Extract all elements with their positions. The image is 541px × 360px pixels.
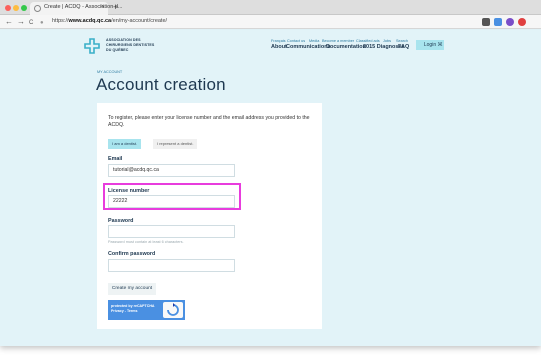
account-form-card: To register, please enter your license n… bbox=[97, 103, 322, 329]
url-path: /en/my-account/create/ bbox=[111, 18, 168, 24]
role-represent-button[interactable]: I represent a dentist. bbox=[153, 139, 198, 149]
extension-icon[interactable] bbox=[494, 18, 502, 26]
nav-link-search[interactable]: Search bbox=[396, 39, 408, 43]
nav-link-contact[interactable]: Contact us bbox=[287, 39, 305, 43]
confirm-password-label: Confirm password bbox=[108, 251, 156, 257]
minimize-window-button[interactable] bbox=[13, 5, 19, 11]
email-field[interactable]: tutorial@acdq.qc.ca bbox=[108, 164, 235, 177]
url-prefix: https:// bbox=[52, 18, 69, 24]
nav-link-francais[interactable]: Français bbox=[271, 39, 286, 43]
nav-link-become-member[interactable]: Become a member bbox=[322, 39, 354, 43]
web-page: ASSOCIATION DES CHIRURGIENS DENTISTES DU… bbox=[0, 30, 541, 346]
url-host: www.acdq.qc.ca bbox=[68, 18, 112, 24]
nav-link-classified-ads[interactable]: Classified ads bbox=[356, 39, 380, 43]
back-icon[interactable]: ← bbox=[5, 17, 13, 27]
nav-link-communications[interactable]: Communications bbox=[286, 44, 331, 50]
lock-icon: ● bbox=[40, 20, 44, 26]
site-favicon-icon bbox=[34, 5, 41, 12]
role-dentist-button[interactable]: I am a dentist. bbox=[108, 139, 142, 149]
password-field[interactable] bbox=[108, 225, 235, 238]
nav-link-jobs[interactable]: Jobs bbox=[383, 39, 391, 43]
close-window-button[interactable] bbox=[5, 5, 11, 11]
recaptcha-text: protected by reCAPTCHA Privacy - Terms bbox=[111, 304, 155, 313]
license-highlight-box bbox=[103, 183, 241, 210]
password-label: Password bbox=[108, 218, 134, 224]
reload-icon[interactable]: C bbox=[29, 18, 33, 28]
nav-link-faq[interactable]: FAQ bbox=[398, 44, 409, 50]
language-button[interactable]: Ж bbox=[435, 40, 445, 50]
nav-link-about[interactable]: About bbox=[271, 44, 287, 50]
nav-link-documentation[interactable]: Documentation bbox=[326, 44, 366, 50]
browser-tab[interactable]: Create | ACDQ - Association d... × bbox=[30, 2, 122, 15]
recaptcha-line: protected by reCAPTCHA bbox=[111, 304, 155, 308]
forward-icon[interactable]: → bbox=[17, 17, 25, 27]
recaptcha-badge[interactable]: protected by reCAPTCHA Privacy - Terms bbox=[108, 300, 185, 320]
maximize-window-button[interactable] bbox=[21, 5, 27, 11]
profile-avatar-icon[interactable] bbox=[506, 18, 514, 26]
new-tab-button[interactable]: + bbox=[113, 2, 118, 12]
page-title: Account creation bbox=[96, 75, 226, 94]
create-account-button[interactable]: Create my account bbox=[108, 283, 156, 295]
form-intro-text: To register, please enter your license n… bbox=[108, 115, 310, 128]
tab-bar: Create | ACDQ - Association d... × + bbox=[0, 0, 541, 15]
extension-icon[interactable] bbox=[482, 18, 490, 26]
confirm-password-field[interactable] bbox=[108, 259, 235, 272]
screen: Create | ACDQ - Association d... × + ← →… bbox=[0, 0, 541, 360]
email-label: Email bbox=[108, 156, 123, 162]
nav-link-media[interactable]: Media bbox=[309, 39, 319, 43]
browser-window: Create | ACDQ - Association d... × + ← →… bbox=[0, 0, 541, 346]
browser-toolbar: ← → C ● https://www.acdq.qc.ca/en/my-acc… bbox=[0, 15, 541, 29]
extension-icon[interactable] bbox=[518, 18, 526, 26]
logo-text: ASSOCIATION DES CHIRURGIENS DENTISTES DU… bbox=[106, 38, 154, 53]
tab-close-icon[interactable]: × bbox=[100, 4, 104, 10]
logo-line: DU QUÉBEC bbox=[106, 48, 129, 52]
tab-title: Create | ACDQ - Association d... bbox=[44, 4, 123, 10]
address-bar[interactable]: https://www.acdq.qc.ca/en/my-account/cre… bbox=[52, 18, 167, 24]
breadcrumb[interactable]: MY ACCOUNT bbox=[97, 70, 122, 74]
acdq-logo-icon[interactable] bbox=[83, 37, 101, 55]
recaptcha-line: Privacy - Terms bbox=[111, 308, 138, 313]
recaptcha-logo-icon bbox=[163, 302, 183, 318]
password-hint: Password must contain at least 6 charact… bbox=[108, 240, 184, 244]
